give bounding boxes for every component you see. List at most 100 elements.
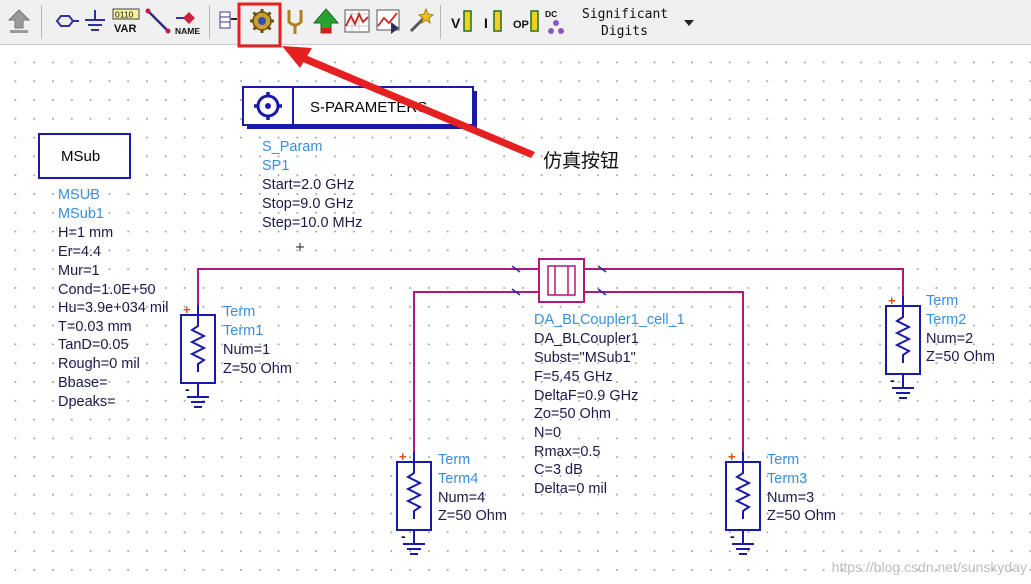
var-button[interactable]: 0110 VAR	[111, 6, 141, 36]
msub-component[interactable]: MSub	[38, 133, 131, 179]
crosshair-icon	[296, 243, 304, 251]
dc-icon: DC	[545, 9, 564, 34]
term4-symbol[interactable]: + -	[396, 449, 432, 555]
term3-symbol[interactable]: + -	[725, 449, 761, 555]
term3-type: Term	[767, 452, 799, 468]
up-arrow-button[interactable]	[4, 6, 34, 36]
sparam-step: Step=10.0 MHz	[262, 215, 362, 231]
simulate-button[interactable]	[247, 6, 277, 36]
wizard-button[interactable]	[404, 6, 435, 36]
svg-text:-: -	[890, 372, 895, 388]
sparam-stop: Stop=9.0 GHz	[262, 196, 353, 212]
term3-num: Num=3	[767, 490, 814, 506]
term4-type: Term	[438, 452, 470, 468]
graph-button[interactable]	[342, 6, 372, 36]
var-icon: 0110 VAR	[112, 8, 140, 35]
term4-num: Num=4	[438, 490, 485, 506]
wire-icon	[145, 8, 171, 34]
voltage-probe-icon: V	[451, 10, 472, 32]
optimize-button[interactable]	[311, 6, 341, 36]
coupler-param: Zo=50 Ohm	[534, 406, 611, 422]
schematic: S-PARAMETERS S_Param SP1 Start=2.0 GHz S…	[38, 86, 1027, 575]
toolbar-separator	[41, 5, 42, 39]
coupler-param: Delta=0 mil	[534, 481, 607, 497]
current-probe-button[interactable]: I	[481, 6, 507, 36]
up-arrow-icon	[7, 9, 31, 33]
msub-param: Dpeaks=	[58, 394, 116, 410]
svg-text:NAME: NAME	[175, 26, 200, 36]
port-button[interactable]	[49, 6, 79, 36]
term2-num: Num=2	[926, 331, 973, 347]
wire-port1[interactable]	[197, 268, 538, 305]
coupler-param: Subst="MSub1"	[534, 350, 636, 366]
svg-text:V: V	[451, 15, 461, 31]
significant-digits-label-line2: Digits	[601, 24, 648, 39]
toolbar-separator	[440, 5, 441, 39]
msub-param: Mur=1	[58, 263, 100, 279]
svg-text:I: I	[484, 15, 488, 31]
name-button[interactable]: NAME	[174, 6, 204, 36]
svg-text:-: -	[185, 381, 190, 397]
msub-param: Rough=0 mil	[58, 356, 140, 372]
tuning-fork-icon	[287, 10, 303, 34]
simulate-gear-icon	[250, 9, 274, 33]
term4-z: Z=50 Ohm	[438, 508, 507, 524]
coupler-param: C=3 dB	[534, 462, 583, 478]
term1-z: Z=50 Ohm	[223, 361, 292, 377]
op-icon: OP	[513, 10, 539, 32]
sparameters-component[interactable]: S-PARAMETERS	[242, 86, 477, 129]
svg-text:VAR: VAR	[114, 23, 136, 35]
term4-name: Term4	[438, 471, 478, 487]
term2-symbol[interactable]: + -	[885, 293, 921, 399]
coupler-param: Rmax=0.5	[534, 444, 601, 460]
display-icon	[376, 9, 400, 34]
significant-digits-dropdown[interactable]: Significant Digits	[578, 6, 698, 40]
data-items-button[interactable]	[214, 6, 238, 36]
graph-icon	[344, 9, 370, 33]
coupler-param: N=0	[534, 425, 561, 441]
svg-text:-: -	[401, 528, 406, 544]
tuning-button[interactable]	[280, 6, 310, 36]
schematic-canvas[interactable]: S-PARAMETERS S_Param SP1 Start=2.0 GHz S…	[0, 45, 1031, 584]
toolbar: 0110 VAR NAME V I OP DC Significant Digi…	[0, 0, 1031, 45]
toolbar-separator	[209, 5, 210, 39]
coupler-param: F=5.45 GHz	[534, 369, 613, 385]
ground-icon	[85, 10, 105, 31]
sparameters-title: S-PARAMETERS	[310, 99, 427, 116]
term1-num: Num=1	[223, 342, 270, 358]
msub-param: Cond=1.0E+50	[58, 282, 156, 298]
term3-name: Term3	[767, 471, 807, 487]
optimize-arrow-icon	[312, 8, 340, 34]
svg-text:-: -	[730, 528, 735, 544]
wire-button[interactable]	[143, 6, 173, 36]
coupler-cell-name: DA_BLCoupler1_cell_1	[534, 312, 685, 328]
msub-title: MSub	[61, 148, 100, 165]
svg-text:+: +	[399, 449, 407, 464]
msub-param: Hu=3.9e+034 mil	[58, 300, 168, 316]
msub-type: MSUB	[58, 187, 100, 203]
coupler-param: DeltaF=0.9 GHz	[534, 388, 638, 404]
display-button[interactable]	[373, 6, 403, 36]
svg-text:+: +	[728, 449, 736, 464]
significant-digits-label-line1: Significant	[582, 7, 669, 22]
svg-text:0110: 0110	[115, 10, 134, 20]
dc-button[interactable]: DC	[544, 6, 570, 36]
term1-symbol[interactable]: + -	[180, 302, 216, 408]
voltage-probe-button[interactable]: V	[449, 6, 475, 36]
op-button[interactable]: OP	[512, 6, 540, 36]
coupler-instance: DA_BLCoupler1	[534, 331, 639, 347]
port-icon	[55, 15, 79, 27]
term2-z: Z=50 Ohm	[926, 349, 995, 365]
wire-port4[interactable]	[413, 291, 538, 455]
sparam-type: S_Param	[262, 139, 322, 155]
msub-param: H=1 mm	[58, 225, 113, 241]
term2-name: Term2	[926, 312, 966, 328]
msub-param: Bbase=	[58, 375, 108, 391]
ground-button[interactable]	[80, 6, 110, 36]
magic-wand-icon	[409, 7, 435, 33]
svg-text:DC: DC	[545, 9, 557, 19]
msub-param: TanD=0.05	[58, 337, 129, 353]
coupler-symbol[interactable]	[538, 258, 585, 303]
term3-z: Z=50 Ohm	[767, 508, 836, 524]
name-label-icon: NAME	[175, 12, 200, 36]
